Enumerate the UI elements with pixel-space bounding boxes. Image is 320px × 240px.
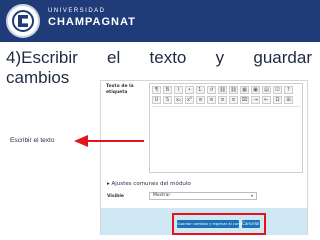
strikethrough-button[interactable]: S — [163, 96, 172, 104]
university-label: UNIVERSIDAD — [48, 8, 106, 14]
university-seal-logo — [6, 4, 40, 38]
special-char-button[interactable]: Ω — [273, 96, 282, 104]
text-editor[interactable]: ¶ B I • 1. ↺ ⛓ ⛓ ▦ ▣ ▤ ☑ ? U S x₂ x² ≡ ≡ — [149, 83, 303, 173]
align-left-button[interactable]: ≡ — [196, 96, 205, 104]
outdent-button[interactable]: ⇤ — [262, 96, 271, 104]
red-arrow-icon — [74, 135, 144, 147]
bullet-list-button[interactable]: • — [185, 86, 194, 94]
visible-label: Visible — [107, 194, 124, 199]
underline-button[interactable]: U — [152, 96, 161, 104]
table-button[interactable]: ⊞ — [284, 96, 293, 104]
visible-select[interactable]: Mostrar ▾ — [149, 192, 257, 200]
indent-button[interactable]: ⇥ — [251, 96, 260, 104]
title-word: el — [107, 48, 121, 67]
title-word: guardar — [253, 48, 312, 67]
media-button[interactable]: ▣ — [251, 86, 260, 94]
annotation-label: Escribir el texto — [10, 137, 55, 144]
title-word: 4)Escribir — [6, 48, 78, 67]
section-heading[interactable]: ▸ Ajustes comunes del módulo — [107, 181, 191, 187]
superscript-button[interactable]: x² — [185, 96, 194, 104]
undo-button[interactable]: ↺ — [207, 86, 216, 94]
title-word: texto — [149, 48, 187, 67]
link-button[interactable]: ⛓ — [218, 86, 227, 94]
title-word: y — [215, 48, 225, 67]
bold-button[interactable]: B — [163, 86, 172, 94]
header-band: UNIVERSIDAD CHAMPAGNAT — [0, 0, 320, 42]
checkbox-button[interactable]: ☑ — [273, 86, 282, 94]
clear-format-button[interactable]: ⌧ — [240, 96, 249, 104]
visible-select-value: Mostrar — [153, 193, 171, 198]
slide-title-line-1: 4)Escribir el texto y guardar — [6, 48, 312, 68]
numbered-list-button[interactable]: 1. — [196, 86, 205, 94]
field-label: Texto de la etiqueta — [106, 84, 134, 95]
align-right-button[interactable]: ≡ — [218, 96, 227, 104]
toolbar-button[interactable]: ¶ — [152, 86, 161, 94]
university-name: CHAMPAGNAT — [48, 16, 136, 28]
subscript-button[interactable]: x₂ — [174, 96, 183, 104]
help-button[interactable]: ? — [284, 86, 293, 94]
form-screenshot-panel: Texto de la etiqueta ¶ B I • 1. ↺ ⛓ ⛓ ▦ … — [100, 80, 308, 235]
slide: UNIVERSIDAD CHAMPAGNAT 4)Escribir el tex… — [0, 0, 320, 240]
align-center-button[interactable]: ≡ — [207, 96, 216, 104]
seal-ring — [12, 10, 34, 32]
file-button[interactable]: ▤ — [262, 86, 271, 94]
image-button[interactable]: ▦ — [240, 86, 249, 94]
justify-button[interactable]: ≡ — [229, 96, 238, 104]
editor-toolbar-row-2: U S x₂ x² ≡ ≡ ≡ ≡ ⌧ ⇥ ⇤ Ω ⊞ — [152, 96, 293, 104]
chevron-down-icon: ▾ — [250, 193, 253, 198]
editor-toolbar-row-1: ¶ B I • 1. ↺ ⛓ ⛓ ▦ ▣ ▤ ☑ ? — [152, 86, 293, 94]
section-heading-text: Ajustes comunes del módulo — [111, 181, 191, 187]
italic-button[interactable]: I — [174, 86, 183, 94]
unlink-button[interactable]: ⛓ — [229, 86, 238, 94]
save-highlight-box — [172, 213, 266, 235]
slide-title-line-2: cambios — [6, 68, 70, 87]
editor-text-area[interactable] — [152, 106, 300, 170]
